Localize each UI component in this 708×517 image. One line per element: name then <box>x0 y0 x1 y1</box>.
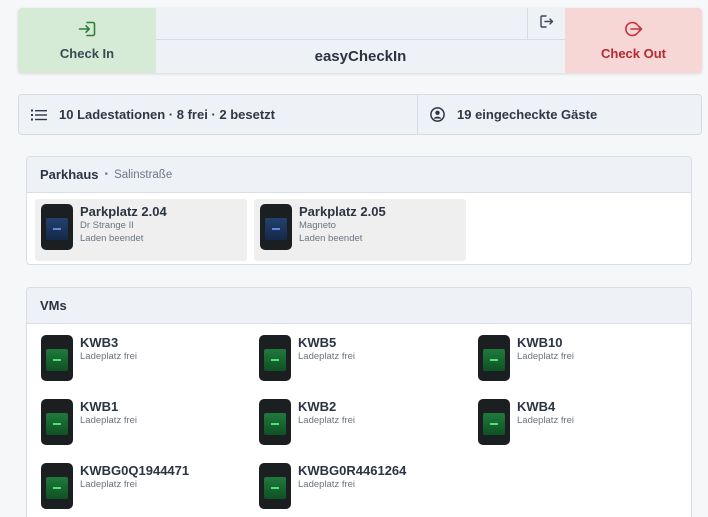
guests-summary[interactable]: 19 eingecheckte Gäste <box>418 107 701 122</box>
station-card[interactable]: KWB10 Ladeplatz frei <box>478 335 574 381</box>
summary-bar: 10 Ladestationen · 8 frei · 2 besetzt 19… <box>18 94 702 135</box>
charger-blue-icon <box>260 204 292 250</box>
station-status: Ladeplatz frei <box>517 351 575 362</box>
stations-summary-text: 10 Ladestationen · 8 frei · 2 besetzt <box>59 107 276 122</box>
station-card[interactable]: KWB3 Ladeplatz frei <box>41 335 137 381</box>
station-name: Parkplatz 2.05 <box>299 204 386 219</box>
station-name: KWB2 <box>298 399 337 414</box>
app-title: easyCheckIn <box>314 48 407 65</box>
station-status: Ladeplatz frei <box>298 351 356 362</box>
station-name: KWBG0R4461264 <box>298 463 407 478</box>
charger-green-icon <box>41 463 73 509</box>
station-guest: Dr Strange II <box>80 220 134 231</box>
station-status: Ladeplatz frei <box>80 351 138 362</box>
station-card[interactable]: Parkplatz 2.05 Magneto Laden beendet <box>254 199 466 261</box>
charger-green-icon <box>41 335 73 381</box>
station-card[interactable]: KWB1 Ladeplatz frei <box>41 399 137 445</box>
charger-blue-icon <box>41 204 73 250</box>
station-name: KWB4 <box>517 399 556 414</box>
station-status: Ladeplatz frei <box>517 415 575 426</box>
check-in-label: Check In <box>59 45 115 61</box>
stations-summary[interactable]: 10 Ladestationen · 8 frei · 2 besetzt <box>19 95 418 134</box>
logout-arrow-icon <box>624 21 643 42</box>
user-circle-icon <box>430 107 445 122</box>
charger-green-icon <box>478 335 510 381</box>
section-parkhaus: Parkhaus • Salinstraße Parkplatz 2.04 Dr… <box>26 156 692 265</box>
station-card[interactable]: KWB4 Ladeplatz frei <box>478 399 574 445</box>
station-status: Laden beendet <box>299 233 363 244</box>
station-card[interactable]: KWBG0R4461264 Ladeplatz frei <box>259 463 406 509</box>
station-status: Ladeplatz frei <box>80 415 138 426</box>
station-name: Parkplatz 2.04 <box>80 204 167 219</box>
station-name: KWB5 <box>298 335 337 350</box>
section-header: Parkhaus • Salinstraße <box>27 157 691 193</box>
check-in-button[interactable]: Check In <box>18 8 156 73</box>
guests-summary-text: 19 eingecheckte Gäste <box>457 107 598 122</box>
station-status: Ladeplatz frei <box>80 479 138 490</box>
charger-green-icon <box>259 335 291 381</box>
section-header: VMs <box>27 288 691 324</box>
check-out-label: Check Out <box>600 45 666 61</box>
sign-out-button[interactable] <box>527 8 565 39</box>
station-card[interactable]: KWBG0Q1944471 Ladeplatz frei <box>41 463 189 509</box>
top-header: Check In easyCheckIn Check Out <box>18 8 702 73</box>
section-vms: VMs KWB3 Ladeplatz frei KWB5 Ladeplatz f… <box>26 287 692 517</box>
header-center: easyCheckIn <box>156 8 565 73</box>
station-name: KWBG0Q1944471 <box>80 463 190 478</box>
station-card[interactable]: KWB2 Ladeplatz frei <box>259 399 355 445</box>
check-out-button[interactable]: Check Out <box>565 8 702 73</box>
header-toolbar <box>156 8 565 40</box>
login-arrow-icon <box>78 21 96 42</box>
list-icon <box>31 109 47 121</box>
station-status: Laden beendet <box>80 233 144 244</box>
station-status: Ladeplatz frei <box>298 415 356 426</box>
station-name: KWB1 <box>80 399 119 414</box>
section-subtitle: Salinstraße <box>114 168 173 181</box>
station-guest: Magneto <box>299 220 336 231</box>
sign-out-icon <box>539 14 554 33</box>
separator-dot: • <box>104 169 109 180</box>
charger-green-icon <box>41 399 73 445</box>
section-title: VMs <box>40 298 67 313</box>
section-title: Parkhaus <box>40 167 99 182</box>
station-card[interactable]: KWB5 Ladeplatz frei <box>259 335 355 381</box>
charger-green-icon <box>259 463 291 509</box>
station-card[interactable]: Parkplatz 2.04 Dr Strange II Laden beend… <box>35 199 247 261</box>
station-name: KWB10 <box>517 335 563 350</box>
charger-green-icon <box>478 399 510 445</box>
station-name: KWB3 <box>80 335 119 350</box>
station-status: Ladeplatz frei <box>298 479 356 490</box>
charger-green-icon <box>259 399 291 445</box>
